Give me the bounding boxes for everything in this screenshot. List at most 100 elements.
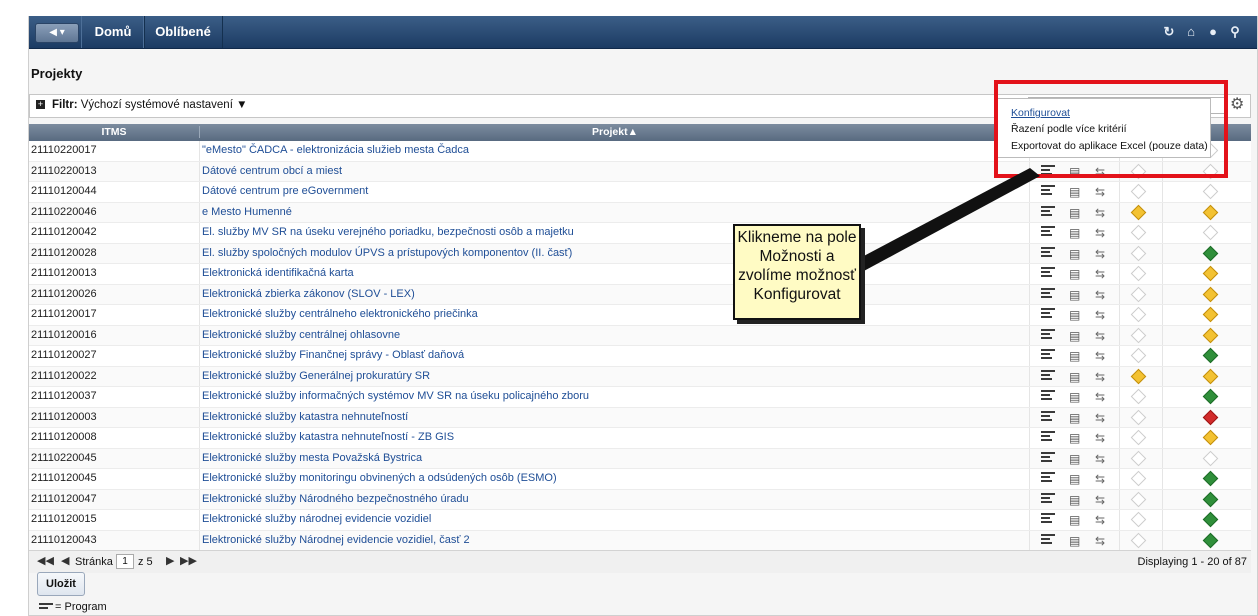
workflow-icon[interactable]: ⇆ — [1095, 349, 1109, 363]
table-row[interactable]: 21110120016 Elektronické služby centrálne… — [29, 325, 1251, 346]
gear-icon[interactable]: ⚙ — [1230, 96, 1244, 114]
column-header-project[interactable]: Projekt▲ — [199, 126, 1030, 138]
table-row[interactable]: 21110120045 Elektronické služby monitorin… — [29, 469, 1251, 490]
cell-project-link[interactable]: Elektronické služby Generálnej prokuratú… — [202, 370, 430, 382]
last-page-icon[interactable]: ▶▶ — [180, 554, 197, 567]
table-row[interactable]: 21110120013 Elektronická identifikačná ka… — [29, 264, 1251, 285]
cell-project-link[interactable]: Elektronická identifikačná karta — [202, 267, 354, 279]
program-icon[interactable] — [1041, 492, 1055, 507]
column-header-itms[interactable]: ITMS — [29, 126, 199, 138]
back-button[interactable]: ◀ ▾ — [35, 23, 79, 43]
cell-project-link[interactable]: Elektronické služby informačných systémo… — [202, 390, 589, 402]
folder-icon[interactable]: ▤ — [1069, 452, 1083, 466]
folder-icon[interactable]: ▤ — [1069, 534, 1083, 548]
folder-icon[interactable]: ▤ — [1069, 431, 1083, 445]
table-row[interactable]: 21110120015 Elektronické služby národnej … — [29, 510, 1251, 531]
program-icon[interactable] — [1041, 328, 1055, 343]
prev-page-icon[interactable]: ◀ — [61, 554, 69, 567]
cell-project-link[interactable]: Elektronické služby katastra nehnuteľnos… — [202, 411, 408, 423]
workflow-icon[interactable]: ⇆ — [1095, 247, 1109, 261]
table-row[interactable]: 21110120042 El. služby MV SR na úseku ver… — [29, 223, 1251, 244]
cell-project-link[interactable]: "eMesto" ČADCA - elektronizácia služieb … — [202, 144, 469, 156]
table-row[interactable]: 21110120022 Elektronické služby Generálne… — [29, 366, 1251, 387]
folder-icon[interactable]: ▤ — [1069, 493, 1083, 507]
workflow-icon[interactable]: ⇆ — [1095, 431, 1109, 445]
program-icon[interactable] — [1041, 246, 1055, 261]
nav-home-button[interactable]: Domů — [81, 16, 145, 48]
program-icon[interactable] — [1041, 513, 1055, 527]
cell-project-link[interactable]: Elektronické služby Finančnej správy - O… — [202, 349, 464, 361]
refresh-icon[interactable]: ↻ — [1161, 24, 1177, 40]
help-icon[interactable]: ● — [1205, 24, 1221, 40]
cell-project-link[interactable]: Elektronické služby katastra nehnuteľnos… — [202, 431, 454, 443]
cell-project-link[interactable]: El. služby MV SR na úseku verejného pori… — [202, 226, 574, 238]
table-row[interactable]: 21110120003 Elektronické služby katastra … — [29, 407, 1251, 428]
page-number-input[interactable]: 1 — [116, 554, 134, 569]
cell-project-link[interactable]: e Mesto Humenné — [202, 206, 292, 218]
workflow-icon[interactable]: ⇆ — [1095, 370, 1109, 384]
program-icon[interactable] — [1041, 533, 1055, 548]
folder-icon[interactable]: ▤ — [1069, 513, 1083, 527]
program-icon[interactable] — [1041, 369, 1055, 384]
program-icon[interactable] — [1041, 267, 1055, 281]
folder-icon[interactable]: ▤ — [1069, 472, 1083, 486]
cell-project-link[interactable]: Elektronické služby monitoringu obvinený… — [202, 472, 557, 484]
workflow-icon[interactable]: ⇆ — [1095, 226, 1109, 240]
workflow-icon[interactable]: ⇆ — [1095, 411, 1109, 425]
folder-icon[interactable]: ▤ — [1069, 267, 1083, 281]
program-icon[interactable] — [1041, 472, 1055, 486]
folder-icon[interactable]: ▤ — [1069, 370, 1083, 384]
folder-icon[interactable]: ▤ — [1069, 349, 1083, 363]
folder-icon[interactable]: ▤ — [1069, 411, 1083, 425]
nav-favorites-button[interactable]: Oblíbené — [143, 16, 223, 48]
table-row[interactable]: 21110120044 Dátové centrum pre eGovernmen… — [29, 182, 1251, 203]
workflow-icon[interactable]: ⇆ — [1095, 185, 1109, 199]
program-icon[interactable] — [1041, 205, 1055, 220]
workflow-icon[interactable]: ⇆ — [1095, 308, 1109, 322]
program-icon[interactable] — [1041, 431, 1055, 445]
workflow-icon[interactable]: ⇆ — [1095, 472, 1109, 486]
workflow-icon[interactable]: ⇆ — [1095, 267, 1109, 281]
cell-project-link[interactable]: Elektronické služby mesta Považská Bystr… — [202, 452, 422, 464]
program-icon[interactable] — [1041, 410, 1055, 425]
workflow-icon[interactable]: ⇆ — [1095, 206, 1109, 220]
program-icon[interactable] — [1041, 287, 1055, 302]
workflow-icon[interactable]: ⇆ — [1095, 534, 1109, 548]
workflow-icon[interactable]: ⇆ — [1095, 288, 1109, 302]
search-icon[interactable]: ⚲ — [1227, 24, 1243, 40]
table-row[interactable]: 21110220045 Elektronické služby mesta Pov… — [29, 448, 1251, 469]
folder-icon[interactable]: ▤ — [1069, 308, 1083, 322]
cell-project-link[interactable]: Dátové centrum obcí a miest — [202, 165, 342, 177]
workflow-icon[interactable]: ⇆ — [1095, 329, 1109, 343]
program-icon[interactable] — [1041, 185, 1055, 199]
workflow-icon[interactable]: ⇆ — [1095, 390, 1109, 404]
cell-project-link[interactable]: Elektronické služby centrálneho elektron… — [202, 308, 478, 320]
cell-project-link[interactable]: Dátové centrum pre eGovernment — [202, 185, 368, 197]
program-icon[interactable] — [1041, 226, 1055, 240]
filter-value[interactable]: Výchozí systémové nastavení ▼ — [81, 99, 248, 111]
folder-icon[interactable]: ▤ — [1069, 247, 1083, 261]
cell-project-link[interactable]: Elektronické služby Národného bezpečnost… — [202, 493, 469, 505]
table-row[interactable]: 21110120017 Elektronické služby centrálne… — [29, 305, 1251, 326]
first-page-icon[interactable]: ◀◀ — [37, 554, 54, 567]
table-row[interactable]: 21110120028 El. služby spoločných modulov… — [29, 243, 1251, 264]
table-row[interactable]: 21110120047 Elektronické služby Národného… — [29, 489, 1251, 510]
cell-project-link[interactable]: Elektronické služby Národnej evidencie v… — [202, 534, 470, 546]
program-icon[interactable] — [1041, 308, 1055, 322]
workflow-icon[interactable]: ⇆ — [1095, 493, 1109, 507]
expand-filter-icon[interactable]: + — [36, 100, 45, 109]
cell-project-link[interactable]: El. služby spoločných modulov ÚPVS a prí… — [202, 247, 572, 259]
workflow-icon[interactable]: ⇆ — [1095, 513, 1109, 527]
program-icon[interactable] — [1041, 390, 1055, 404]
cell-project-link[interactable]: Elektronické služby národnej evidencie v… — [202, 513, 431, 525]
folder-icon[interactable]: ▤ — [1069, 206, 1083, 220]
home-icon[interactable]: ⌂ — [1183, 24, 1199, 40]
table-row[interactable]: 21110220046 e Mesto Humenné ▤ ⇆ — [29, 202, 1251, 223]
folder-icon[interactable]: ▤ — [1069, 390, 1083, 404]
folder-icon[interactable]: ▤ — [1069, 226, 1083, 240]
folder-icon[interactable]: ▤ — [1069, 288, 1083, 302]
table-row[interactable]: 21110120008 Elektronické služby katastra … — [29, 428, 1251, 449]
workflow-icon[interactable]: ⇆ — [1095, 452, 1109, 466]
program-icon[interactable] — [1041, 349, 1055, 363]
filter-selector[interactable]: Filtr: Výchozí systémové nastavení ▼ — [52, 99, 247, 111]
